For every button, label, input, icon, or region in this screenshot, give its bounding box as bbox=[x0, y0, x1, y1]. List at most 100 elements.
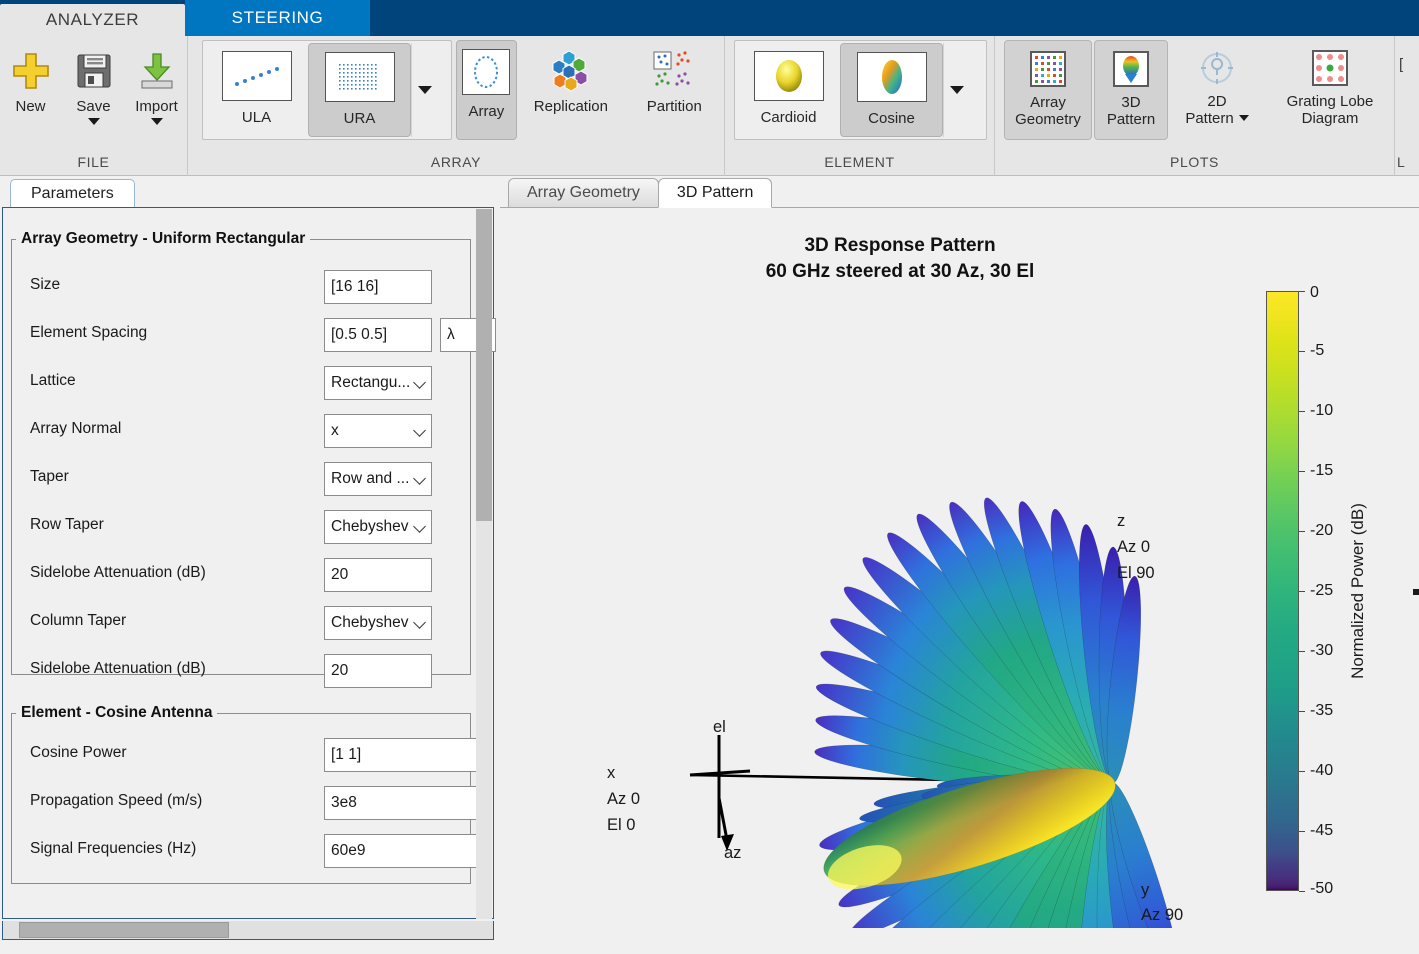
field-row-taper: Taper Row and ... bbox=[12, 462, 470, 496]
size-label: Size bbox=[30, 276, 61, 293]
column-taper-label: Column Taper bbox=[30, 612, 127, 629]
pattern-2d-label: 2D Pattern bbox=[1185, 93, 1249, 127]
array-type-ura[interactable]: URA bbox=[308, 43, 411, 137]
pattern-2d-button[interactable]: 2D Pattern bbox=[1170, 40, 1264, 140]
array-geometry-plot-button[interactable]: Array Geometry bbox=[1004, 40, 1092, 140]
array-gallery-chevron-down-icon[interactable] bbox=[411, 43, 437, 137]
new-button[interactable]: New bbox=[0, 40, 61, 144]
field-row-propagation-speed: Propagation Speed (m/s) 3e8 bbox=[12, 786, 484, 820]
truncated-group-glyph: [ bbox=[1399, 56, 1404, 73]
x-axis-label-name: x bbox=[607, 764, 616, 782]
ribbon-group-element-label: ELEMENT bbox=[824, 154, 895, 170]
chevron-down-icon bbox=[415, 618, 425, 628]
parameters-vertical-scrollbar-thumb[interactable] bbox=[476, 209, 492, 521]
parameters-horizontal-scrollbar-thumb[interactable] bbox=[19, 922, 229, 938]
ribbon-group-truncated: [ L bbox=[1395, 36, 1419, 176]
element-spacing-label: Element Spacing bbox=[30, 324, 148, 341]
propagation-speed-label: Propagation Speed (m/s) bbox=[30, 792, 203, 809]
parameters-vertical-scrollbar[interactable] bbox=[476, 209, 492, 919]
column-taper-value: Chebyshev bbox=[331, 614, 409, 631]
import-button-label: Import bbox=[135, 98, 178, 115]
import-button[interactable]: Import bbox=[126, 40, 187, 144]
array-button[interactable]: Array bbox=[455, 40, 518, 140]
ribbon-group-element: Cardioid Cosine ELEMENT bbox=[725, 36, 995, 176]
field-row-row-taper: Row Taper Chebyshev bbox=[12, 510, 470, 544]
colorbar-tick-7: -35 bbox=[1310, 702, 1334, 719]
propagation-speed-input[interactable]: 3e8 bbox=[324, 786, 484, 820]
replication-button-label: Replication bbox=[533, 98, 608, 115]
taper-label: Taper bbox=[30, 468, 69, 485]
tab-array-geometry[interactable]: Array Geometry bbox=[508, 178, 659, 208]
colorbar-tick-6: -30 bbox=[1310, 642, 1334, 659]
array-type-gallery[interactable]: ULA URA bbox=[202, 40, 452, 140]
size-input[interactable]: [16 16] bbox=[324, 270, 432, 304]
taper-select[interactable]: Row and ... bbox=[324, 462, 432, 496]
tab-analyzer[interactable]: ANALYZER bbox=[0, 4, 185, 36]
colorbar-tick-0: 0 bbox=[1310, 284, 1319, 301]
colorbar-axis-label: Normalized Power (dB) bbox=[1348, 503, 1367, 679]
array-type-ula[interactable]: ULA bbox=[205, 43, 308, 137]
pattern-3d-plot[interactable]: 3D Response Pattern 60 GHz steered at 30… bbox=[500, 207, 1419, 954]
column-taper-select[interactable]: Chebyshev bbox=[324, 606, 432, 640]
grating-lobe-diagram-label: Grating Lobe Diagram bbox=[1287, 93, 1374, 127]
z-axis-label-el: El 90 bbox=[1117, 564, 1155, 582]
plot-resize-handle[interactable] bbox=[1413, 589, 1419, 595]
chevron-down-icon bbox=[415, 426, 425, 436]
rectangular-array-icon bbox=[324, 52, 395, 102]
save-dropdown-caret-icon[interactable] bbox=[87, 118, 100, 126]
row-taper-select[interactable]: Chebyshev bbox=[324, 510, 432, 544]
signal-frequencies-input[interactable]: 60e9 bbox=[324, 834, 484, 868]
column-sidelobe-attenuation-label: Sidelobe Attenuation (dB) bbox=[30, 660, 206, 677]
pattern-3d-button[interactable]: 3D Pattern bbox=[1094, 40, 1168, 140]
pattern-2d-caret-icon[interactable] bbox=[1238, 114, 1249, 121]
lattice-value: Rectangu... bbox=[331, 374, 411, 391]
cosine-lobe-icon bbox=[856, 52, 927, 102]
tab-3d-pattern[interactable]: 3D Pattern bbox=[657, 178, 773, 208]
tab-steering[interactable]: STEERING bbox=[185, 0, 370, 36]
pattern-3d-icon bbox=[1111, 49, 1151, 89]
tab-parameters[interactable]: Parameters bbox=[10, 179, 135, 208]
array-type-ura-label: URA bbox=[343, 110, 376, 127]
save-button[interactable]: Save bbox=[63, 40, 124, 144]
lattice-select[interactable]: Rectangu... bbox=[324, 366, 432, 400]
status-strip bbox=[0, 940, 1419, 954]
array-geometry-legend: Array Geometry - Uniform Rectangular bbox=[21, 230, 306, 247]
element-type-cosine[interactable]: Cosine bbox=[840, 43, 943, 137]
el-arrow-label: el bbox=[713, 718, 726, 736]
partition-dots-icon bbox=[651, 46, 697, 96]
element-type-gallery[interactable]: Cardioid Cosine bbox=[734, 40, 987, 140]
partition-button-label: Partition bbox=[646, 98, 702, 115]
grating-lobe-diagram-button[interactable]: Grating Lobe Diagram bbox=[1266, 40, 1394, 140]
row-sidelobe-attenuation-label: Sidelobe Attenuation (dB) bbox=[30, 564, 206, 581]
array-geometry-plot-label: Array Geometry bbox=[1015, 94, 1081, 128]
tab-analyzer-label: ANALYZER bbox=[45, 10, 140, 29]
ribbon-group-array: ULA URA Array Replication Partition ARRA… bbox=[188, 36, 725, 176]
radiation-pattern-surface: x Az 0 El 0 z Az 0 El 90 y Az 90 el az bbox=[607, 497, 1183, 928]
element-type-cardioid[interactable]: Cardioid bbox=[737, 43, 840, 137]
tab-3d-pattern-label: 3D Pattern bbox=[676, 184, 754, 201]
array-geometry-group: Array Geometry - Uniform Rectangular Siz… bbox=[11, 230, 496, 688]
colorbar-tick-5: -25 bbox=[1310, 582, 1334, 599]
field-row-signal-frequencies: Signal Frequencies (Hz) 60e9 bbox=[12, 834, 484, 868]
field-row-element-spacing: Element Spacing [0.5 0.5] λ bbox=[12, 318, 496, 352]
partition-button[interactable]: Partition bbox=[625, 40, 724, 144]
grating-lobe-icon bbox=[1310, 48, 1350, 88]
column-sidelobe-attenuation-input[interactable]: 20 bbox=[324, 654, 432, 688]
element-spacing-input[interactable]: [0.5 0.5] bbox=[324, 318, 432, 352]
import-dropdown-caret-icon[interactable] bbox=[150, 118, 163, 126]
row-sidelobe-attenuation-input[interactable]: 20 bbox=[324, 558, 432, 592]
taper-value: Row and ... bbox=[331, 470, 410, 487]
az-arrow-label: az bbox=[724, 844, 741, 862]
plus-icon bbox=[9, 46, 53, 96]
field-row-array-normal: Array Normal x bbox=[12, 414, 470, 448]
parameters-horizontal-scrollbar[interactable] bbox=[2, 921, 494, 940]
ribbon-group-truncated-label: L bbox=[1397, 154, 1406, 170]
element-gallery-chevron-down-icon[interactable] bbox=[943, 43, 969, 137]
field-row-lattice: Lattice Rectangu... bbox=[12, 366, 470, 400]
array-normal-select[interactable]: x bbox=[324, 414, 432, 448]
replication-button[interactable]: Replication bbox=[521, 40, 620, 144]
y-axis-label-az: Az 90 bbox=[1141, 906, 1183, 924]
row-taper-value: Chebyshev bbox=[331, 518, 409, 535]
cosine-power-input[interactable]: [1 1] bbox=[324, 738, 484, 772]
ribbon-group-file-label: FILE bbox=[77, 154, 110, 170]
